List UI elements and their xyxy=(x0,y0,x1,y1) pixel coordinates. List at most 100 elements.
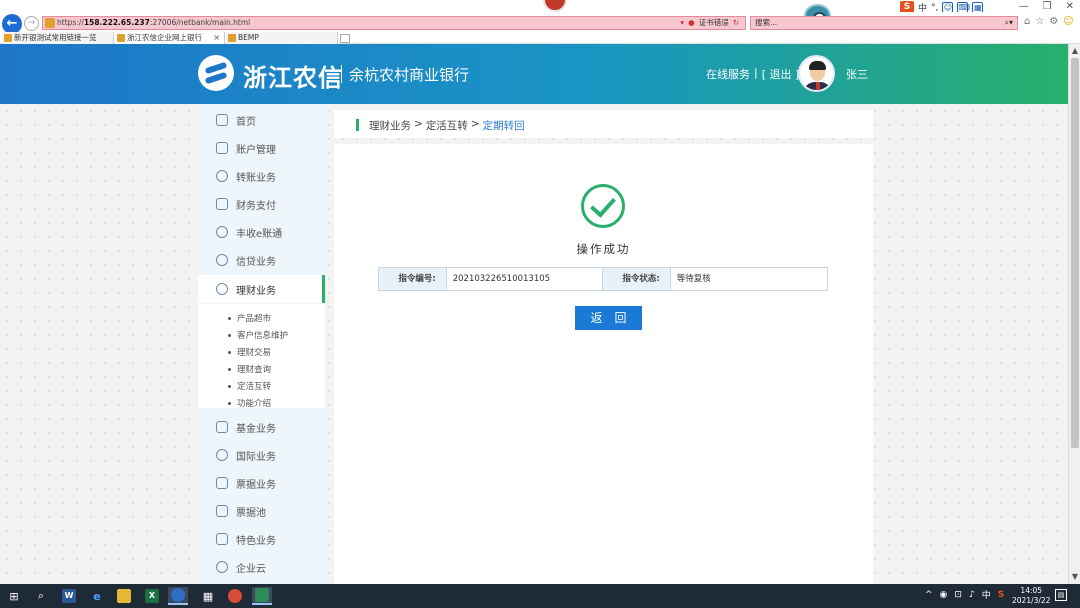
user-name[interactable]: 张三 xyxy=(846,66,868,82)
instruction-no-value: 202103226510013105 xyxy=(447,268,603,290)
system-clock[interactable]: 14:05 2021/3/22 xyxy=(1012,586,1050,606)
tab-test-links[interactable]: 新开银测试常用链接一览 xyxy=(2,32,114,44)
cert-error-icon[interactable]: ● xyxy=(688,17,695,29)
submenu-item-introduction[interactable]: 功能介绍 xyxy=(228,397,271,409)
sidebar-item-e-account[interactable]: 丰收e账通 xyxy=(198,218,325,246)
chrome-icon[interactable] xyxy=(225,587,245,605)
sidebar-item-payment[interactable]: 财务支付 xyxy=(198,190,325,218)
breadcrumb: 理财业务 > 定活互转 > 定期转回 xyxy=(356,118,525,133)
tab-page-icon xyxy=(117,34,125,42)
bill-pool-icon xyxy=(216,505,228,517)
tab-label: 浙江农信企业网上银行 xyxy=(127,33,202,42)
cert-error-label[interactable]: 证书错误 xyxy=(699,17,729,29)
search-icon[interactable]: ⌕ xyxy=(31,587,51,605)
sidebar-item-label: 转账业务 xyxy=(236,172,276,184)
start-windows-icon[interactable]: ⊞ xyxy=(4,587,24,605)
ie-browser-icon[interactable]: e xyxy=(87,587,107,605)
remote-app-icon[interactable] xyxy=(252,587,272,605)
transfer-icon xyxy=(216,170,228,182)
taskbar: ⊞ ⌕ W e X ▦ ^ ◉ ⊡ ♪ 中 S 14:05 2021/3/22 … xyxy=(0,584,1080,608)
e-account-icon xyxy=(216,226,228,238)
tab-label: BEMP xyxy=(238,33,259,42)
notification-icon[interactable]: ▤ xyxy=(1055,589,1067,601)
sidebar-item-label: 基金业务 xyxy=(236,423,276,435)
sidebar-item-bill-pool[interactable]: 票据池 xyxy=(198,497,325,525)
sidebar-item-international[interactable]: 国际业务 xyxy=(198,441,325,469)
tab-close-icon[interactable]: × xyxy=(213,32,220,44)
favorites-star-icon[interactable]: ☆ xyxy=(1035,16,1044,27)
scroll-up-icon[interactable]: ▲ xyxy=(1069,46,1080,56)
sidebar-item-account-management[interactable]: 账户管理 xyxy=(198,134,325,162)
search-icon[interactable]: ⌕▾ xyxy=(1005,17,1014,29)
home-icon[interactable]: ⌂ xyxy=(1024,16,1030,27)
online-service-link[interactable]: 在线服务 xyxy=(706,66,750,82)
submenu-item-fixed-demand-transfer[interactable]: 定活互转 xyxy=(228,380,271,392)
breadcrumb-current: 定期转回 xyxy=(482,120,525,132)
submenu-item-wealth-trade[interactable]: 理财交易 xyxy=(228,346,271,358)
excel-app-icon[interactable]: X xyxy=(142,587,162,605)
globe-icon xyxy=(216,449,228,461)
breadcrumb-level2[interactable]: 定活互转 xyxy=(426,118,468,133)
volume-icon[interactable]: ♪ xyxy=(969,590,975,600)
sogou-tray-icon[interactable]: S xyxy=(998,590,1004,600)
bank-logo-icon xyxy=(198,55,234,91)
yen-coin-icon xyxy=(216,283,228,295)
credit-coin-icon xyxy=(216,254,228,266)
tab-label: 新开银测试常用链接一览 xyxy=(14,33,97,42)
new-tab-button[interactable] xyxy=(340,34,350,43)
chart-icon xyxy=(216,421,228,433)
instruction-status-label: 指令状态: xyxy=(603,268,671,290)
card-icon xyxy=(216,142,228,154)
tab-netbank[interactable]: 浙江农信企业网上银行 × xyxy=(115,32,225,44)
url-path: :27006/netbank/main.html xyxy=(149,18,251,27)
sidebar-item-transfer[interactable]: 转账业务 xyxy=(198,162,325,190)
submenu-item-product-market[interactable]: 产品超市 xyxy=(228,312,271,324)
cloud-icon xyxy=(216,561,228,573)
breadcrumb-level1[interactable]: 理财业务 xyxy=(369,118,411,133)
sidebar-item-fund[interactable]: 基金业务 xyxy=(198,413,325,441)
sidebar-item-credit[interactable]: 信贷业务 xyxy=(198,246,325,274)
dropdown-arrow-icon[interactable]: ▾ xyxy=(680,17,684,29)
feedback-smiley-icon[interactable]: ☺ xyxy=(1063,16,1073,27)
avatar[interactable] xyxy=(798,55,835,92)
sidebar-item-special[interactable]: 特色业务 xyxy=(198,525,325,553)
sidebar-item-enterprise-cloud[interactable]: 企业云 xyxy=(198,553,325,581)
forward-button[interactable]: → xyxy=(24,16,39,31)
page-scrollbar[interactable]: ▲ ▼ xyxy=(1068,44,1080,584)
tray-chevron-icon[interactable]: ^ xyxy=(925,590,933,600)
sidebar-item-label: 理财业务 xyxy=(236,285,276,297)
sidebar-item-home[interactable]: 首页 xyxy=(198,106,325,134)
word-app-icon[interactable]: W xyxy=(59,587,79,605)
settings-gear-icon[interactable]: ⚙ xyxy=(1049,16,1058,27)
tray-app-icon[interactable]: ◉ xyxy=(940,590,948,600)
refresh-icon[interactable]: ↻ xyxy=(733,17,739,29)
bank-subtitle: 余杭农村商业银行 xyxy=(349,66,470,84)
sidebar-item-label: 首页 xyxy=(236,116,256,128)
tray-ime-label[interactable]: 中 xyxy=(982,588,991,601)
address-bar[interactable]: https://158.222.65.237:27006/netbank/mai… xyxy=(42,16,746,30)
sidebar-item-label: 丰收e账通 xyxy=(236,228,283,240)
sidebar-item-label: 国际业务 xyxy=(236,451,276,463)
submenu-item-wealth-query[interactable]: 理财查询 xyxy=(228,363,271,375)
clock-date: 2021/3/22 xyxy=(1012,596,1051,605)
submenu-item-customer-info[interactable]: 客户信息维护 xyxy=(228,329,288,341)
browser-app-icon[interactable] xyxy=(168,587,188,605)
sidebar-item-bills[interactable]: 票据业务 xyxy=(198,469,325,497)
calculator-icon[interactable]: ▦ xyxy=(198,587,218,605)
ime-punctuation-toggle[interactable]: °, xyxy=(931,3,938,13)
scroll-thumb[interactable] xyxy=(1071,58,1079,448)
instruction-info-table: 指令编号: 202103226510013105 指令状态: 等待复核 xyxy=(378,267,828,291)
file-explorer-icon[interactable] xyxy=(114,587,134,605)
back-button[interactable]: ← xyxy=(2,14,22,34)
logout-link[interactable]: [ 退出 ] xyxy=(762,66,800,82)
wallet-icon xyxy=(216,198,228,210)
instruction-no-label: 指令编号: xyxy=(379,268,447,290)
sidebar-item-label: 信贷业务 xyxy=(236,256,276,268)
clock-time: 14:05 xyxy=(1020,586,1043,595)
sidebar-item-wealth[interactable]: 理财业务 xyxy=(198,275,325,303)
tab-bemp[interactable]: BEMP xyxy=(226,32,338,44)
network-icon[interactable]: ⊡ xyxy=(954,590,962,600)
search-input[interactable]: 搜索... ⌕▾ xyxy=(750,16,1018,30)
return-button[interactable]: 返回 xyxy=(575,306,642,330)
scroll-down-icon[interactable]: ▼ xyxy=(1069,572,1080,582)
